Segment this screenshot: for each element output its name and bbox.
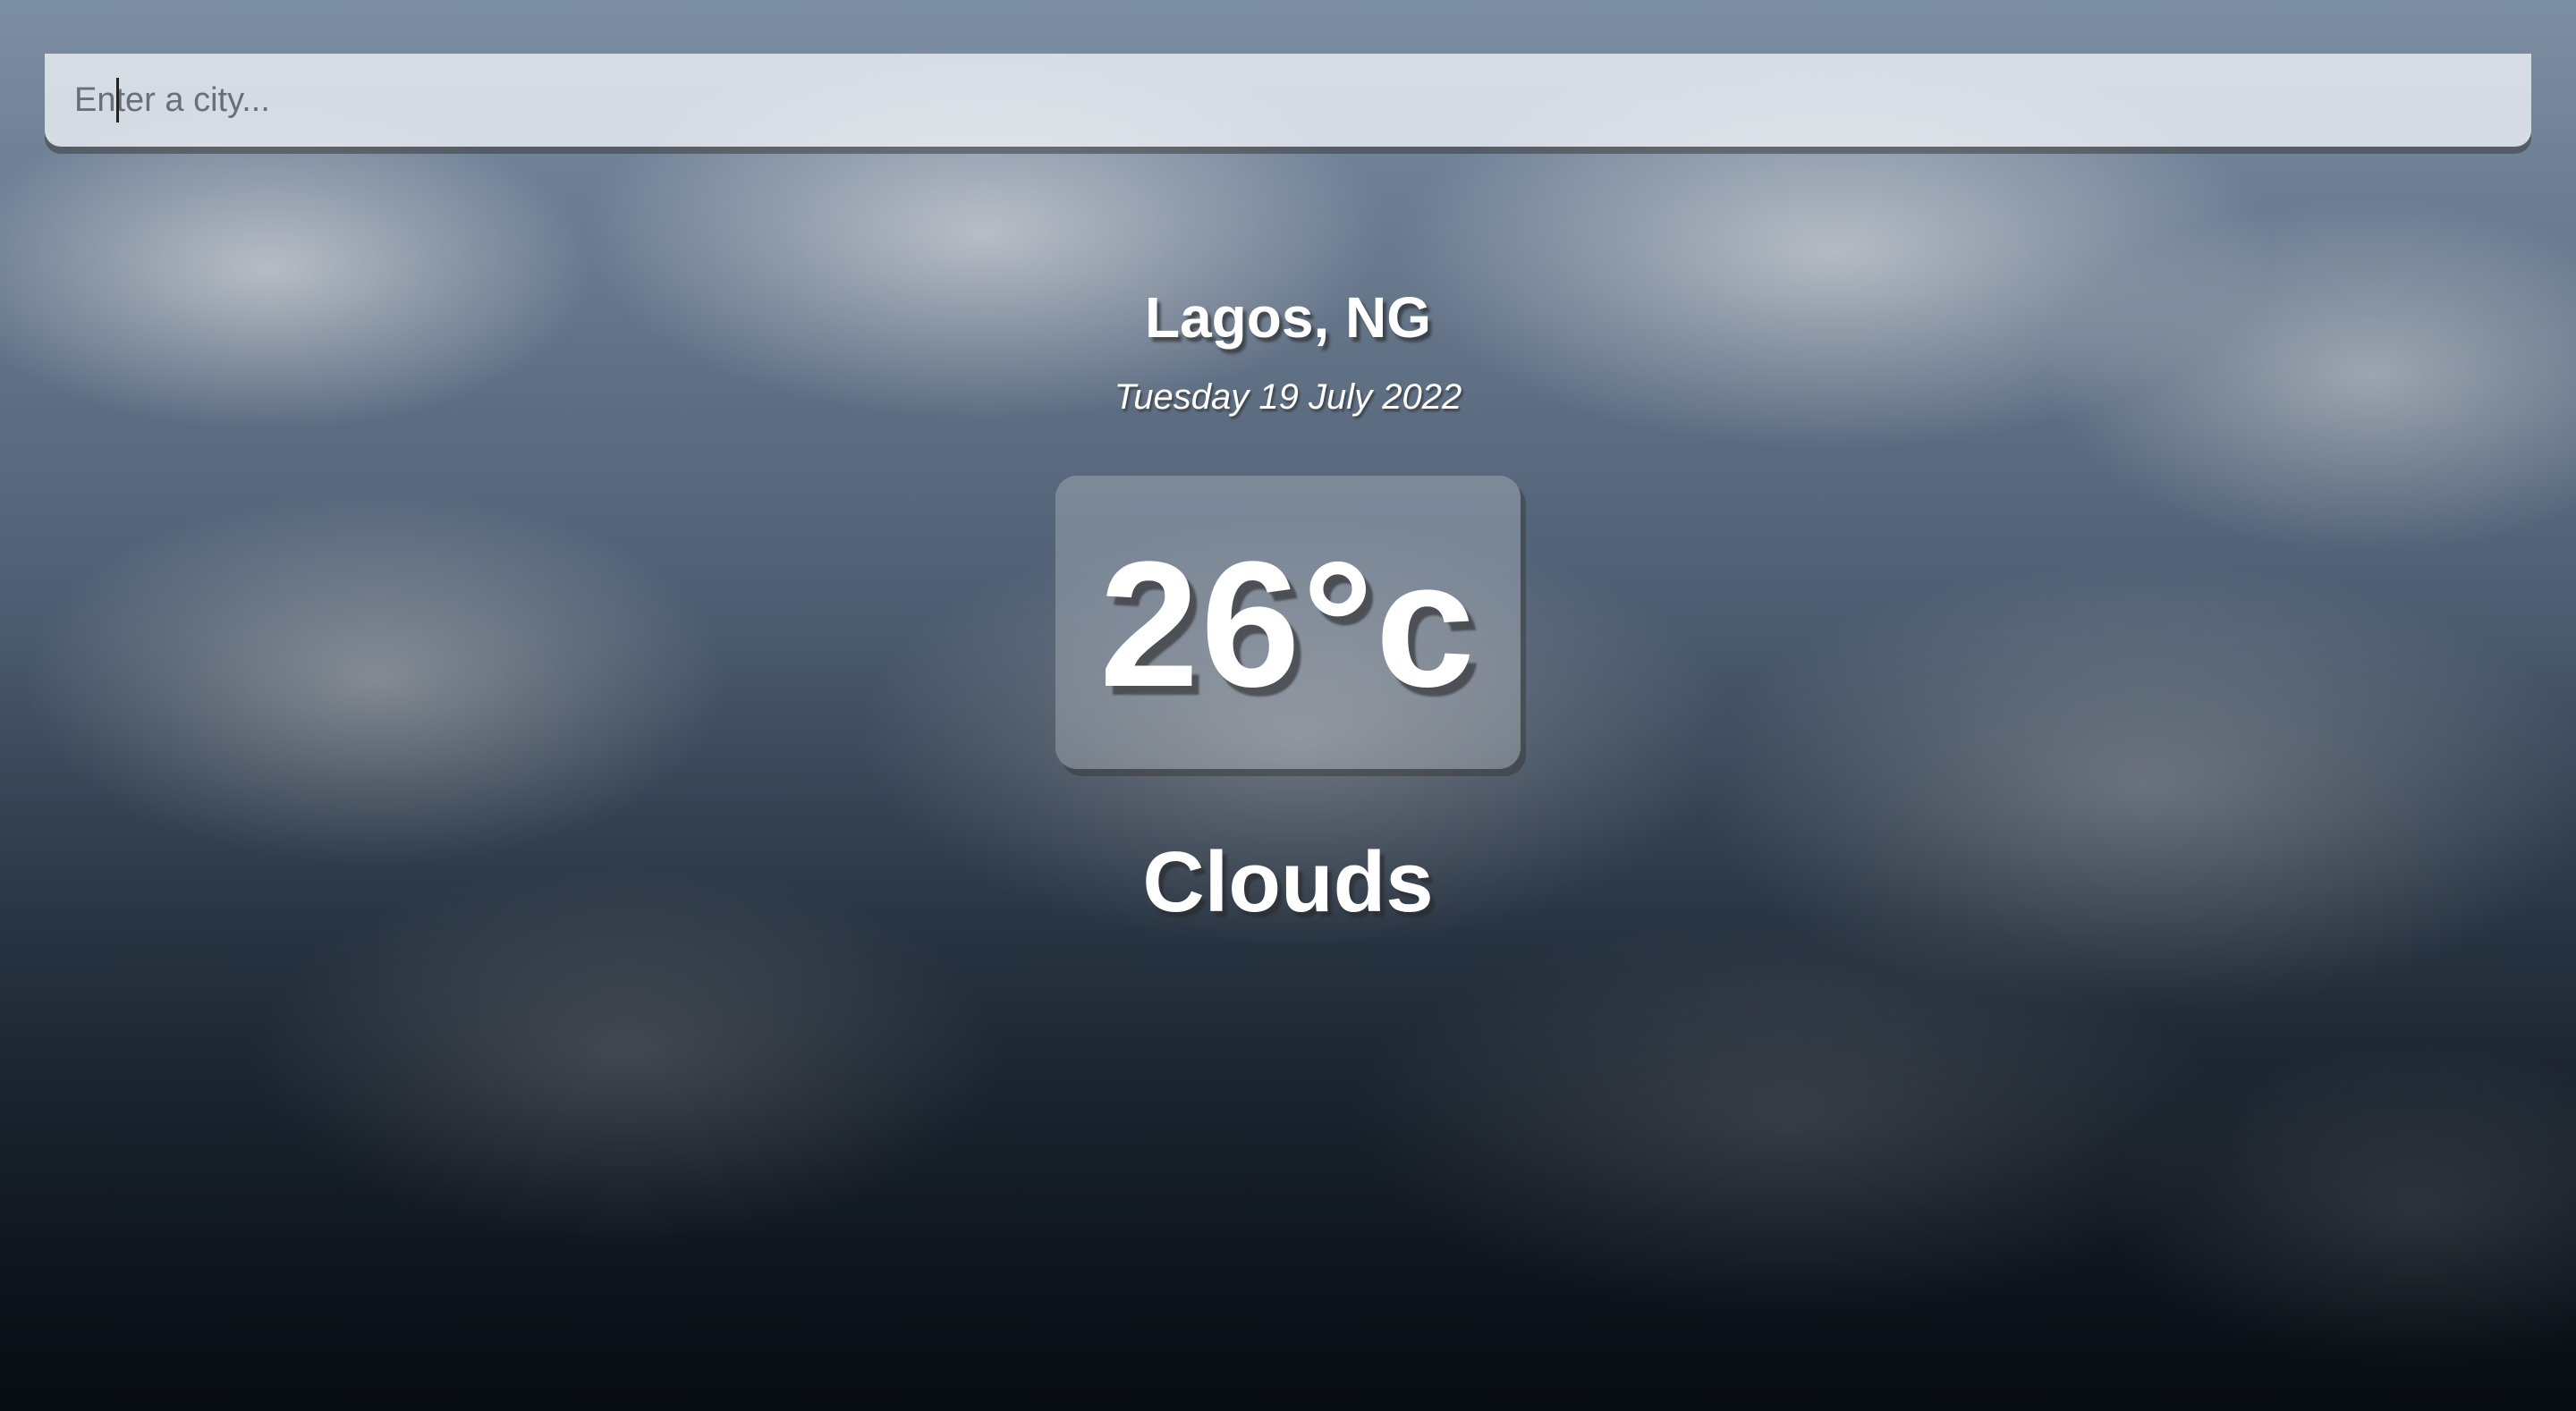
search-box[interactable] — [45, 54, 2531, 147]
location-title: Lagos, NG — [1144, 285, 1432, 350]
current-date: Tuesday 19 July 2022 — [1114, 377, 1462, 417]
city-search-input[interactable] — [45, 54, 2531, 147]
temperature-card: 26°c — [1055, 476, 1521, 769]
weather-condition: Clouds — [1142, 834, 1434, 930]
text-cursor — [116, 78, 119, 123]
temperature-value: 26°c — [1099, 525, 1477, 724]
